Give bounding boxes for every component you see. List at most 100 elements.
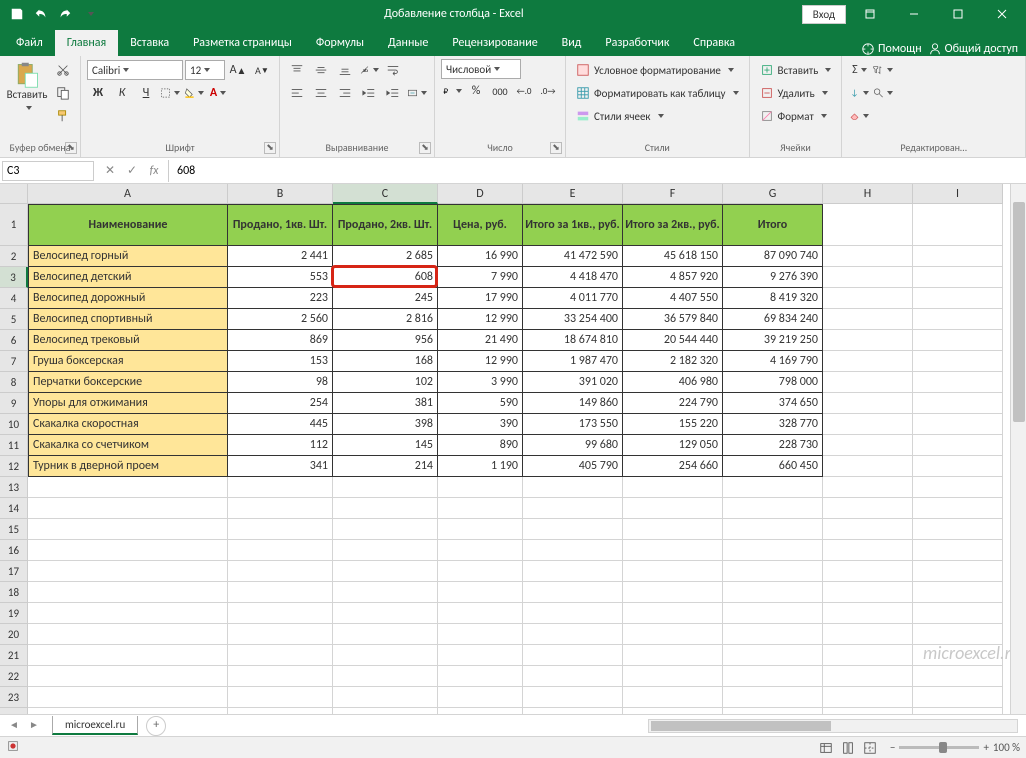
cell[interactable]: Перчатки боксерские <box>28 372 228 393</box>
cell[interactable]: 228 730 <box>723 435 823 456</box>
cell[interactable] <box>523 708 623 714</box>
cell[interactable]: 4 169 790 <box>723 351 823 372</box>
cell[interactable] <box>28 477 228 498</box>
sheet-nav-prev-icon[interactable]: ◄ <box>6 718 22 734</box>
cell[interactable] <box>333 540 438 561</box>
save-icon[interactable] <box>6 3 28 25</box>
cell[interactable]: 374 650 <box>723 393 823 414</box>
cell[interactable] <box>333 687 438 708</box>
cell[interactable]: 381 <box>333 393 438 414</box>
cell[interactable] <box>523 687 623 708</box>
cell[interactable] <box>333 603 438 624</box>
cells-grid[interactable]: НаименованиеПродано, 1кв. Шт.Продано, 2к… <box>28 204 1003 714</box>
row-headers[interactable]: 123456789101112131415161718192021222324 <box>0 204 28 714</box>
cell[interactable]: 2 441 <box>228 246 333 267</box>
fill-color-icon[interactable] <box>183 82 205 104</box>
page-break-view-icon[interactable] <box>860 739 880 757</box>
percent-icon[interactable]: % <box>465 80 487 102</box>
cell[interactable]: 4 418 470 <box>523 267 623 288</box>
cell[interactable] <box>28 498 228 519</box>
cell[interactable] <box>28 603 228 624</box>
tell-me[interactable]: Помощн <box>861 42 922 56</box>
cell[interactable]: 112 <box>228 435 333 456</box>
cell[interactable] <box>723 603 823 624</box>
cell[interactable]: 2 685 <box>333 246 438 267</box>
cell[interactable] <box>333 624 438 645</box>
row-header[interactable]: 8 <box>0 372 28 393</box>
zoom-out-icon[interactable]: − <box>890 741 895 754</box>
cell[interactable] <box>438 582 523 603</box>
redo-icon[interactable] <box>54 3 76 25</box>
cell[interactable] <box>823 540 913 561</box>
orientation-icon[interactable]: ab <box>358 59 380 81</box>
merge-icon[interactable] <box>406 82 428 104</box>
cell[interactable] <box>823 645 913 666</box>
cell[interactable] <box>623 666 723 687</box>
cell[interactable] <box>438 540 523 561</box>
dialog-launcher-icon[interactable]: ⬊ <box>264 142 276 154</box>
cell[interactable] <box>438 666 523 687</box>
currency-icon[interactable]: ₽ <box>441 80 463 102</box>
row-header[interactable]: 17 <box>0 561 28 582</box>
cell[interactable] <box>228 645 333 666</box>
cell[interactable] <box>623 708 723 714</box>
cell[interactable]: 17 990 <box>438 288 523 309</box>
paste-button[interactable]: Вставить <box>6 59 48 115</box>
minimize-icon[interactable] <box>894 0 934 28</box>
cell[interactable] <box>913 645 1003 666</box>
cell[interactable] <box>823 267 913 288</box>
cell[interactable] <box>913 267 1003 288</box>
cell[interactable]: 390 <box>438 414 523 435</box>
cell[interactable]: Наименование <box>28 204 228 246</box>
tab-рецензирование[interactable]: Рецензирование <box>440 30 549 56</box>
cell[interactable] <box>823 498 913 519</box>
tab-справка[interactable]: Справка <box>681 30 747 56</box>
cell[interactable] <box>333 519 438 540</box>
cell[interactable] <box>523 540 623 561</box>
zoom-slider[interactable] <box>899 746 979 749</box>
zoom-level[interactable]: 100 % <box>993 741 1020 754</box>
underline-button[interactable]: Ч <box>135 82 157 104</box>
cell[interactable]: Продано, 1кв. Шт. <box>228 204 333 246</box>
cell[interactable] <box>333 561 438 582</box>
cell[interactable]: 21 490 <box>438 330 523 351</box>
cell[interactable]: 590 <box>438 393 523 414</box>
tab-вид[interactable]: Вид <box>550 30 594 56</box>
cell[interactable]: Итого за 1кв., руб. <box>523 204 623 246</box>
cell[interactable] <box>823 519 913 540</box>
cell[interactable] <box>28 519 228 540</box>
enter-formula-icon[interactable]: ✓ <box>122 161 142 181</box>
cell[interactable] <box>228 498 333 519</box>
cell[interactable]: Упоры для отжимания <box>28 393 228 414</box>
cell[interactable]: 9 276 390 <box>723 267 823 288</box>
cell[interactable]: 2 560 <box>228 309 333 330</box>
qat-customize-icon[interactable] <box>78 3 100 25</box>
cell[interactable] <box>913 456 1003 477</box>
cell[interactable] <box>438 498 523 519</box>
cut-icon[interactable] <box>52 59 74 81</box>
cell[interactable] <box>823 477 913 498</box>
cell[interactable] <box>823 708 913 714</box>
cell[interactable]: 254 660 <box>623 456 723 477</box>
align-middle-icon[interactable] <box>310 59 332 81</box>
record-macro-icon[interactable] <box>6 739 20 756</box>
row-header[interactable]: 6 <box>0 330 28 351</box>
cell[interactable] <box>438 624 523 645</box>
cell[interactable] <box>228 561 333 582</box>
cell[interactable]: 153 <box>228 351 333 372</box>
cell[interactable] <box>823 393 913 414</box>
cell[interactable] <box>913 477 1003 498</box>
cell[interactable]: 1 190 <box>438 456 523 477</box>
cell[interactable]: 45 618 150 <box>623 246 723 267</box>
increase-indent-icon[interactable] <box>382 82 404 104</box>
share-button[interactable]: Общий доступ <box>928 42 1018 56</box>
column-header[interactable]: D <box>438 184 523 204</box>
cell[interactable] <box>333 498 438 519</box>
align-left-icon[interactable] <box>286 82 308 104</box>
cell[interactable] <box>913 309 1003 330</box>
name-box[interactable] <box>2 161 94 181</box>
cell[interactable] <box>523 645 623 666</box>
cell[interactable] <box>333 582 438 603</box>
row-header[interactable]: 18 <box>0 582 28 603</box>
row-header[interactable]: 22 <box>0 666 28 687</box>
